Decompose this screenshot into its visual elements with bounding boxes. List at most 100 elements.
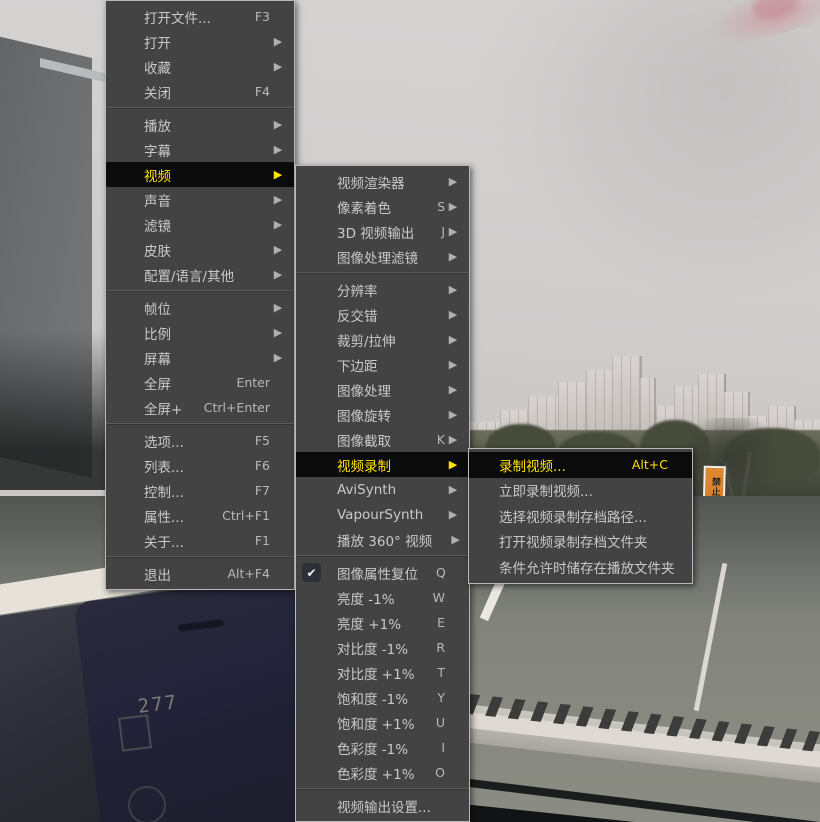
menu-item[interactable]: 分辨率 ▶ (296, 277, 469, 302)
menu-item[interactable]: 声音 ▶ (106, 187, 294, 212)
menu-item[interactable]: 配置/语言/其他 ▶ (106, 262, 294, 287)
menu-item-shortcut: E (437, 615, 445, 630)
menu-item-shortcut: F7 (254, 483, 270, 498)
menu-item[interactable]: 下边距 ▶ (296, 352, 469, 377)
menu-item-label: 像素着色 (337, 200, 391, 217)
menu-item-label: 图像处理滤镜 (337, 250, 418, 267)
menu-item[interactable]: 播放 360° 视频 ▶ (296, 527, 469, 552)
menu-item[interactable]: 对比度 +1%T▶ (296, 660, 469, 685)
menu-item-label: 列表... (144, 459, 184, 476)
menu-item-label: AviSynth (337, 481, 397, 498)
menu-item[interactable]: 属性...Ctrl+F1▶ (106, 503, 294, 528)
menu-item[interactable]: 对比度 -1%R▶ (296, 635, 469, 660)
menu-item[interactable]: 收藏 ▶ (106, 54, 294, 79)
menu-item-label: 关闭 (144, 85, 171, 102)
chevron-right-icon: ▶ (451, 533, 460, 546)
chevron-right-icon: ▶ (273, 326, 283, 339)
menu-item-shortcut: Y (437, 690, 445, 705)
menu-item[interactable]: 打开文件...F3▶ (106, 4, 294, 29)
menu-item[interactable]: 视频渲染器 ▶ (296, 169, 469, 194)
menu-item-shortcut: Alt+C (631, 457, 668, 473)
menu-item[interactable]: 退出Alt+F4▶ (106, 561, 294, 586)
menu-item-label: 立即录制视频... (499, 484, 593, 501)
video-submenu[interactable]: 视频渲染器 ▶ 像素着色 S ▶ 3D 视频输出 J ▶ 图像处理滤镜 ▶ 分辨率 ▶ 反交错 ▶ 裁剪/拉… (295, 165, 470, 822)
menu-item[interactable]: 像素着色 S ▶ (296, 194, 469, 219)
foreground-building-shadow (0, 330, 110, 490)
menu-separator (106, 423, 294, 425)
menu-item[interactable]: 3D 视频输出 J ▶ (296, 219, 469, 244)
menu-item[interactable]: 皮肤 ▶ (106, 237, 294, 262)
menu-item[interactable]: 列表...F6▶ (106, 453, 294, 478)
menu-item[interactable]: 亮度 -1%W▶ (296, 585, 469, 610)
menu-item[interactable]: 图像旋转 ▶ (296, 402, 469, 427)
menu-item[interactable]: 裁剪/拉伸 ▶ (296, 327, 469, 352)
sky-haze (440, 0, 820, 330)
menu-item[interactable]: 屏幕 ▶ (106, 345, 294, 370)
menu-item-label: 下边距 (337, 358, 378, 375)
menu-item-label: 饱和度 -1% (337, 691, 409, 708)
menu-item-label: 对比度 +1% (337, 666, 415, 683)
menu-item[interactable]: AviSynth ▶ (296, 477, 469, 502)
menu-item[interactable]: 比例 ▶ (106, 320, 294, 345)
menu-item[interactable]: 播放 ▶ (106, 112, 294, 137)
menu-item-label: 3D 视频输出 (337, 225, 415, 242)
chevron-right-icon: ▶ (273, 193, 283, 206)
menu-item[interactable]: 图像处理滤镜 ▶ (296, 244, 469, 269)
menu-item[interactable]: 色彩度 +1%O▶ (296, 760, 469, 785)
menu-item[interactable]: ✔图像属性复位Q▶ (296, 560, 469, 585)
menu-item[interactable]: 选项...F5▶ (106, 428, 294, 453)
menu-item[interactable]: 亮度 +1%E▶ (296, 610, 469, 635)
menu-item-label: 帧位 (144, 301, 171, 318)
menu-item[interactable]: 滤镜 ▶ (106, 212, 294, 237)
chevron-right-icon: ▶ (448, 308, 458, 321)
chevron-right-icon: ▶ (448, 383, 458, 396)
menu-item[interactable]: 图像截取 K ▶ (296, 427, 469, 452)
menu-item[interactable]: 条件允许时储存在播放文件夹▶ (469, 554, 692, 580)
menu-item[interactable]: 录制视频...Alt+C▶ (469, 452, 692, 478)
menu-item[interactable]: 反交错 ▶ (296, 302, 469, 327)
chevron-right-icon: ▶ (273, 268, 283, 281)
menu-item-label: 裁剪/拉伸 (337, 333, 396, 350)
menu-item[interactable]: 打开 ▶ (106, 29, 294, 54)
chevron-right-icon: ▶ (448, 483, 458, 496)
menu-item[interactable]: 打开视频录制存档文件夹▶ (469, 529, 692, 555)
menu-item-label: 对比度 -1% (337, 641, 409, 658)
menu-item[interactable]: 视频输出设置...▶ (296, 793, 469, 818)
menu-item-shortcut: Enter (236, 375, 270, 390)
menu-item[interactable]: 全屏+Ctrl+Enter▶ (106, 395, 294, 420)
menu-item[interactable]: 关闭F4▶ (106, 79, 294, 104)
app-window: 禁止倒车 277 打开文件...F3▶打开▶收藏▶关闭F4▶播放▶字幕▶视频▶声… (0, 0, 820, 822)
menu-item[interactable]: 视频录制 ▶ (296, 452, 469, 477)
menu-item-label: 打开文件... (144, 10, 211, 27)
menu-item[interactable]: 视频 ▶ (106, 162, 294, 187)
check-icon: ✔ (302, 563, 321, 582)
menu-item[interactable]: 立即录制视频...▶ (469, 478, 692, 504)
menu-separator (106, 556, 294, 558)
menu-item[interactable]: 全屏Enter▶ (106, 370, 294, 395)
menu-item-label: 打开视频录制存档文件夹 (499, 535, 648, 552)
menu-item[interactable]: 饱和度 +1%U▶ (296, 710, 469, 735)
menu-separator (106, 290, 294, 292)
menu-item-shortcut: J (441, 224, 445, 239)
menu-item[interactable]: 色彩度 -1%I▶ (296, 735, 469, 760)
chevron-right-icon: ▶ (273, 118, 283, 131)
menu-item-label: 亮度 -1% (337, 591, 395, 608)
menu-item[interactable]: 饱和度 -1%Y▶ (296, 685, 469, 710)
menu-item-shortcut: Ctrl+F1 (222, 508, 270, 523)
menu-separator (296, 788, 469, 790)
main-context-menu[interactable]: 打开文件...F3▶打开▶收藏▶关闭F4▶播放▶字幕▶视频▶声音▶滤镜▶皮肤▶配… (105, 0, 295, 590)
menu-item-label: 播放 360° 视频 (337, 533, 433, 550)
menu-item[interactable]: 控制...F7▶ (106, 478, 294, 503)
chevron-right-icon: ▶ (448, 333, 458, 346)
menu-item[interactable]: VapourSynth ▶ (296, 502, 469, 527)
menu-item[interactable]: 字幕 ▶ (106, 137, 294, 162)
video-record-submenu[interactable]: 录制视频...Alt+C▶立即录制视频...▶选择视频录制存档路径...▶打开视… (468, 448, 693, 584)
menu-item[interactable]: 帧位 ▶ (106, 295, 294, 320)
chevron-right-icon: ▶ (448, 433, 458, 446)
chevron-right-icon: ▶ (273, 243, 283, 256)
menu-item[interactable]: 选择视频录制存档路径...▶ (469, 503, 692, 529)
menu-item[interactable]: 图像处理 ▶ (296, 377, 469, 402)
menu-item-shortcut: F3 (254, 9, 270, 24)
menu-item-label: 视频 (144, 168, 171, 185)
menu-item[interactable]: 关于...F1▶ (106, 528, 294, 553)
